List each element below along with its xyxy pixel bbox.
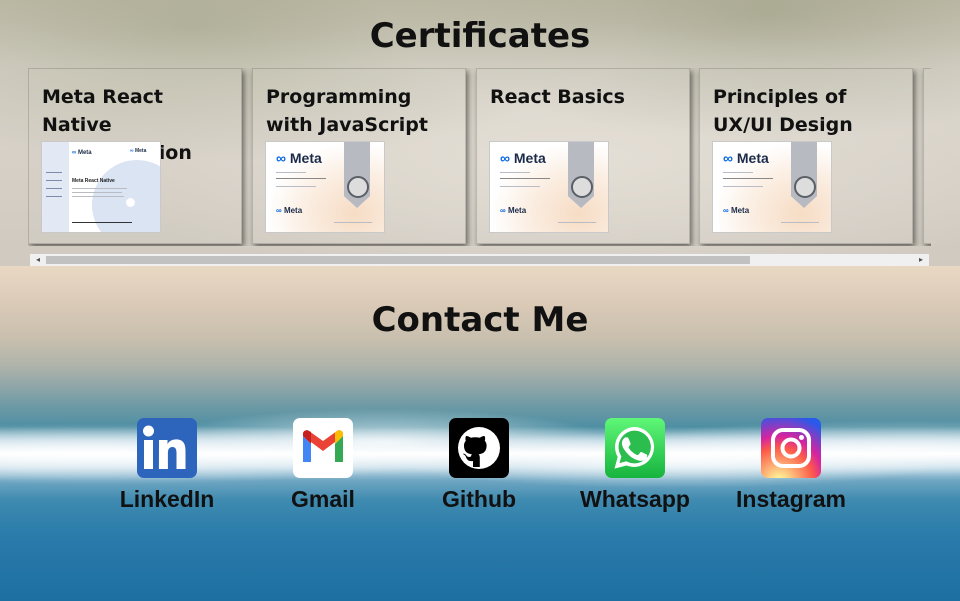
certificate-thumbnail[interactable]: ∞ Meta ∞ Meta <box>489 141 609 233</box>
badge-icon <box>347 176 369 198</box>
certificates-section: Certificates Meta React Native Specializ… <box>0 0 960 266</box>
github-icon <box>449 418 509 478</box>
badge-icon <box>794 176 816 198</box>
certificates-title: Certificates <box>369 16 591 56</box>
contact-section: Contact Me LinkedIn Gmail Github Whatsap… <box>0 266 960 601</box>
certificates-carousel[interactable]: Meta React Native Specialization ∞ Meta … <box>28 68 931 246</box>
certificate-card[interactable]: Principles of UX/UI Design ∞ Meta ∞ Meta <box>699 68 913 244</box>
certificate-card[interactable]: React Basics ∞ Meta ∞ Meta <box>476 68 690 244</box>
certificate-card-title: React Basics <box>490 86 625 108</box>
certificate-card[interactable]: Meta React Native Specialization ∞ Meta … <box>28 68 242 244</box>
gmail-icon <box>293 418 353 478</box>
whatsapp-label: Whatsapp <box>580 486 690 512</box>
certificate-thumbnail[interactable]: ∞ Meta ∞ Meta <box>265 141 385 233</box>
github-label: Github <box>441 486 517 512</box>
instagram-label: Instagram <box>736 486 846 512</box>
scrollbar-thumb[interactable] <box>46 256 750 264</box>
github-link[interactable]: Github <box>409 418 549 518</box>
certificate-card[interactable] <box>923 68 931 244</box>
meta-logo: Meta <box>736 150 769 166</box>
gmail-label: Gmail <box>291 486 355 512</box>
meta-logo: Meta <box>289 150 322 166</box>
certificate-thumbnail[interactable]: ∞ Meta ∞ Meta Meta React Native <box>41 141 161 233</box>
thumbnail-heading: Meta React Native <box>72 178 115 184</box>
linkedin-icon <box>137 418 197 478</box>
instagram-icon <box>761 418 821 478</box>
badge-icon <box>571 176 593 198</box>
linkedin-label: LinkedIn <box>119 486 215 512</box>
certificate-card[interactable]: Programming with JavaScript ∞ Meta ∞ Met… <box>252 68 466 244</box>
contact-title: Contact Me <box>371 300 589 340</box>
whatsapp-link[interactable]: Whatsapp <box>565 418 705 518</box>
instagram-link[interactable]: Instagram <box>721 418 861 518</box>
linkedin-link[interactable]: LinkedIn <box>97 418 237 518</box>
whatsapp-icon <box>605 418 665 478</box>
scroll-right-arrow-icon[interactable]: ▸ <box>913 254 929 266</box>
gmail-link[interactable]: Gmail <box>253 418 393 518</box>
certificate-card-title: Programming with JavaScript <box>266 86 428 136</box>
certificate-card-title: Principles of UX/UI Design <box>713 86 853 136</box>
certificate-thumbnail[interactable]: ∞ Meta ∞ Meta <box>712 141 832 233</box>
horizontal-scrollbar[interactable]: ◂ ▸ <box>30 254 929 266</box>
meta-logo: Meta <box>513 150 546 166</box>
scroll-left-arrow-icon[interactable]: ◂ <box>30 254 46 266</box>
